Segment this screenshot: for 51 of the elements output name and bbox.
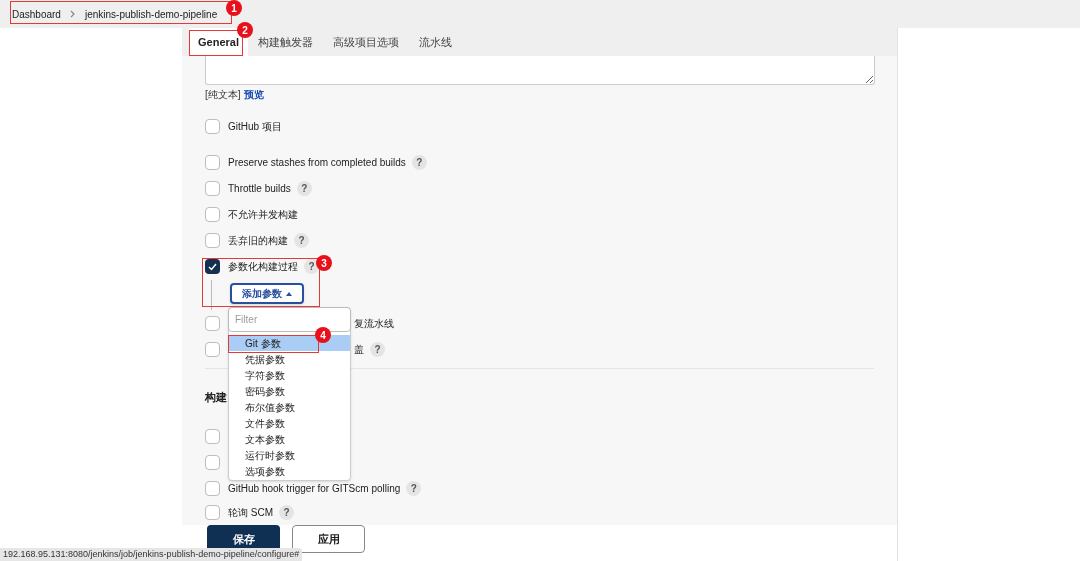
option-label: GitHub hook trigger for GITScm polling [228,481,401,496]
breadcrumb-link[interactable]: jenkins-publish-demo-pipeline [84,6,218,22]
breadcrumb-link[interactable]: Dashboard [12,6,61,22]
add-parameter-button[interactable]: 添加参数 [230,283,304,304]
checkbox[interactable] [205,259,220,274]
check-icon [208,262,217,271]
option-label: 盖 [354,342,364,357]
checkbox[interactable] [205,454,220,470]
tab[interactable]: 高级项目选项 [322,28,409,56]
help-icon[interactable]: ? [294,232,309,248]
menu-item[interactable]: 文本参数 [229,431,350,447]
menu-item[interactable]: 运行时参数 [229,447,350,463]
url-tooltip: 192.168.95.131:8080/jenkins/job/jenkins-publish-demo-pipeline/configure# [0,548,303,561]
chevron-right-icon [69,10,76,18]
help-icon[interactable]: ? [296,180,312,196]
help-icon[interactable]: ? [279,504,294,520]
help-icon[interactable]: ? [406,480,422,496]
checkbox[interactable] [205,154,220,170]
checkbox[interactable] [205,480,220,496]
caret-icon [286,291,292,296]
section-heading: 构建 [205,390,227,405]
option-label: 丢弃旧的构建 [228,233,288,248]
menu-item[interactable]: 凭据参数 [229,351,350,367]
option-label: Throttle builds [228,181,291,196]
menu-item[interactable]: 字符参数 [229,367,350,383]
help-icon[interactable]: ? [411,154,427,170]
checkbox[interactable] [205,118,220,134]
menu-item[interactable]: 布尔值参数 [229,399,350,415]
option-label: Preserve stashes from completed builds [228,155,406,170]
option-label: GitHub 项目 [228,119,282,134]
checkbox[interactable] [205,504,220,520]
option-label: 复流水线 [354,316,394,331]
checkbox[interactable] [205,428,220,444]
checkbox[interactable] [205,232,220,248]
tab[interactable]: 流水线 [408,28,462,56]
menu-item[interactable]: 文件参数 [229,415,350,431]
option-label: 轮询 SCM [228,505,273,520]
format-label: [纯文本] [205,87,241,102]
help-icon[interactable]: ? [304,259,319,274]
description-textarea[interactable] [205,56,875,85]
checkbox[interactable] [205,341,220,357]
option-label: 参数化构建过程 [228,260,298,274]
menu-item[interactable]: 选项参数 [229,463,350,479]
preview-link[interactable]: 预览 [243,86,264,102]
checkbox[interactable] [205,315,220,331]
checkbox[interactable] [205,206,220,222]
help-icon[interactable]: ? [370,341,385,357]
option-label: 不允许并发构建 [228,207,298,222]
filter-field[interactable]: Filter [228,307,351,332]
checkbox[interactable] [205,180,220,196]
menu-item[interactable]: 密码参数 [229,383,350,399]
